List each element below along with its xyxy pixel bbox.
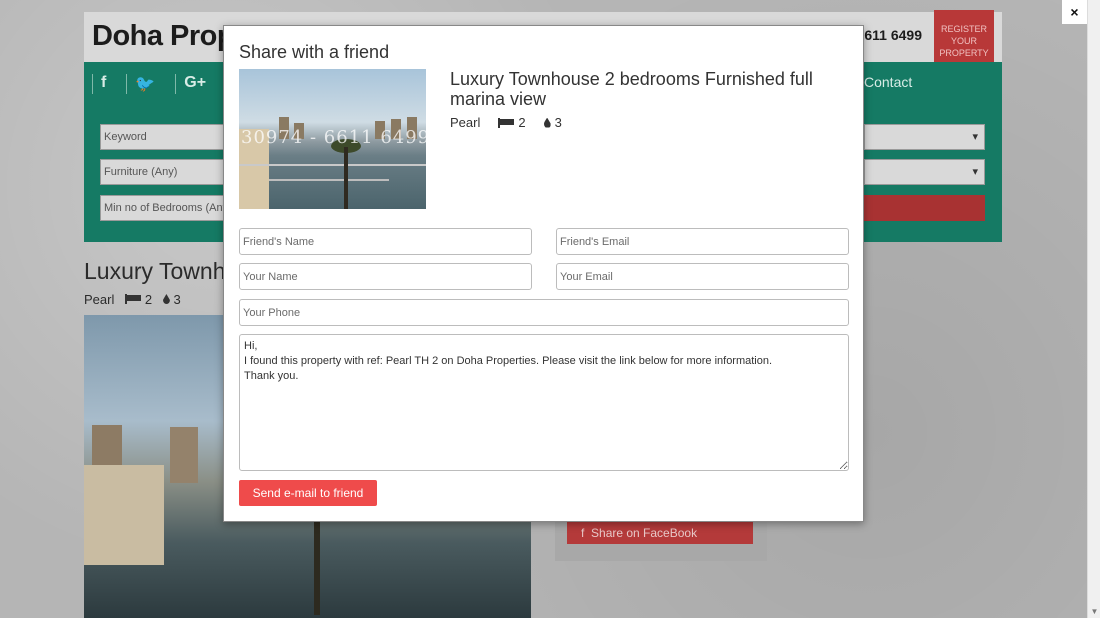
your-email-input[interactable] (556, 263, 849, 290)
bedrooms-select[interactable]: Min no of Bedrooms (Any (100, 195, 225, 221)
send-email-button[interactable]: Send e-mail to friend (239, 480, 377, 506)
friend-email-input[interactable] (556, 228, 849, 255)
share-facebook-button[interactable]: f Share on FaceBook (567, 522, 753, 544)
thumbnail-watermark: 30974 - 6611 6499 (241, 127, 426, 148)
share-modal: Share with a friend 30974 - 6611 6499 Lu… (223, 25, 864, 522)
bath-icon (162, 294, 170, 304)
close-icon[interactable]: × (1062, 0, 1087, 24)
twitter-icon[interactable]: 🐦 (126, 74, 163, 94)
property-thumbnail: 30974 - 6611 6499 (239, 69, 426, 209)
google-plus-icon[interactable]: G+ (175, 74, 214, 94)
ribbon-label: REGISTER YOUR PROPERTY (939, 24, 989, 58)
type-select[interactable] (864, 124, 985, 150)
listing-baths: 3 (173, 292, 181, 307)
property-baths: 3 (554, 115, 562, 130)
photo-building (84, 465, 164, 565)
message-textarea[interactable]: Hi, I found this property with ref: Pear… (239, 334, 849, 471)
facebook-icon[interactable]: f (92, 74, 114, 94)
search-button[interactable] (864, 195, 985, 221)
bath-icon (543, 117, 551, 128)
listing-beds: 2 (144, 292, 153, 307)
listing-area: Pearl (84, 292, 115, 307)
vertical-scrollbar[interactable]: ▼ (1087, 0, 1100, 618)
modal-title: Share with a friend (239, 42, 390, 62)
keyword-field[interactable]: Keyword (100, 124, 225, 150)
property-title: Luxury Townhouse 2 bedrooms Furnished fu… (450, 69, 813, 109)
area-select[interactable] (864, 159, 985, 185)
social-links: f 🐦 G+ (92, 74, 214, 94)
share-facebook-label: Share on FaceBook (591, 526, 698, 540)
property-beds: 2 (518, 115, 526, 130)
header-phone: 611 6499 (864, 27, 922, 43)
listing-title: Luxury Townh (84, 258, 226, 284)
friend-name-input[interactable] (239, 228, 532, 255)
your-phone-input[interactable] (239, 299, 849, 326)
nav-contact[interactable]: Contact (864, 74, 912, 90)
scroll-down-arrow-icon[interactable]: ▼ (1088, 607, 1100, 616)
photo-palm (314, 515, 320, 615)
bed-icon (125, 294, 142, 304)
thumb-dock (239, 164, 426, 166)
bed-icon (498, 117, 515, 128)
property-area: Pearl (450, 115, 481, 130)
listing-meta: Pearl 2 3 (84, 292, 181, 307)
furniture-select[interactable]: Furniture (Any) (100, 159, 225, 185)
facebook-icon: f (581, 526, 592, 540)
your-name-input[interactable] (239, 263, 532, 290)
thumb-dock (269, 179, 389, 181)
property-meta: Pearl 2 3 (450, 115, 562, 130)
photo-tower (170, 427, 198, 483)
thumb-palm-trunk (344, 147, 348, 209)
